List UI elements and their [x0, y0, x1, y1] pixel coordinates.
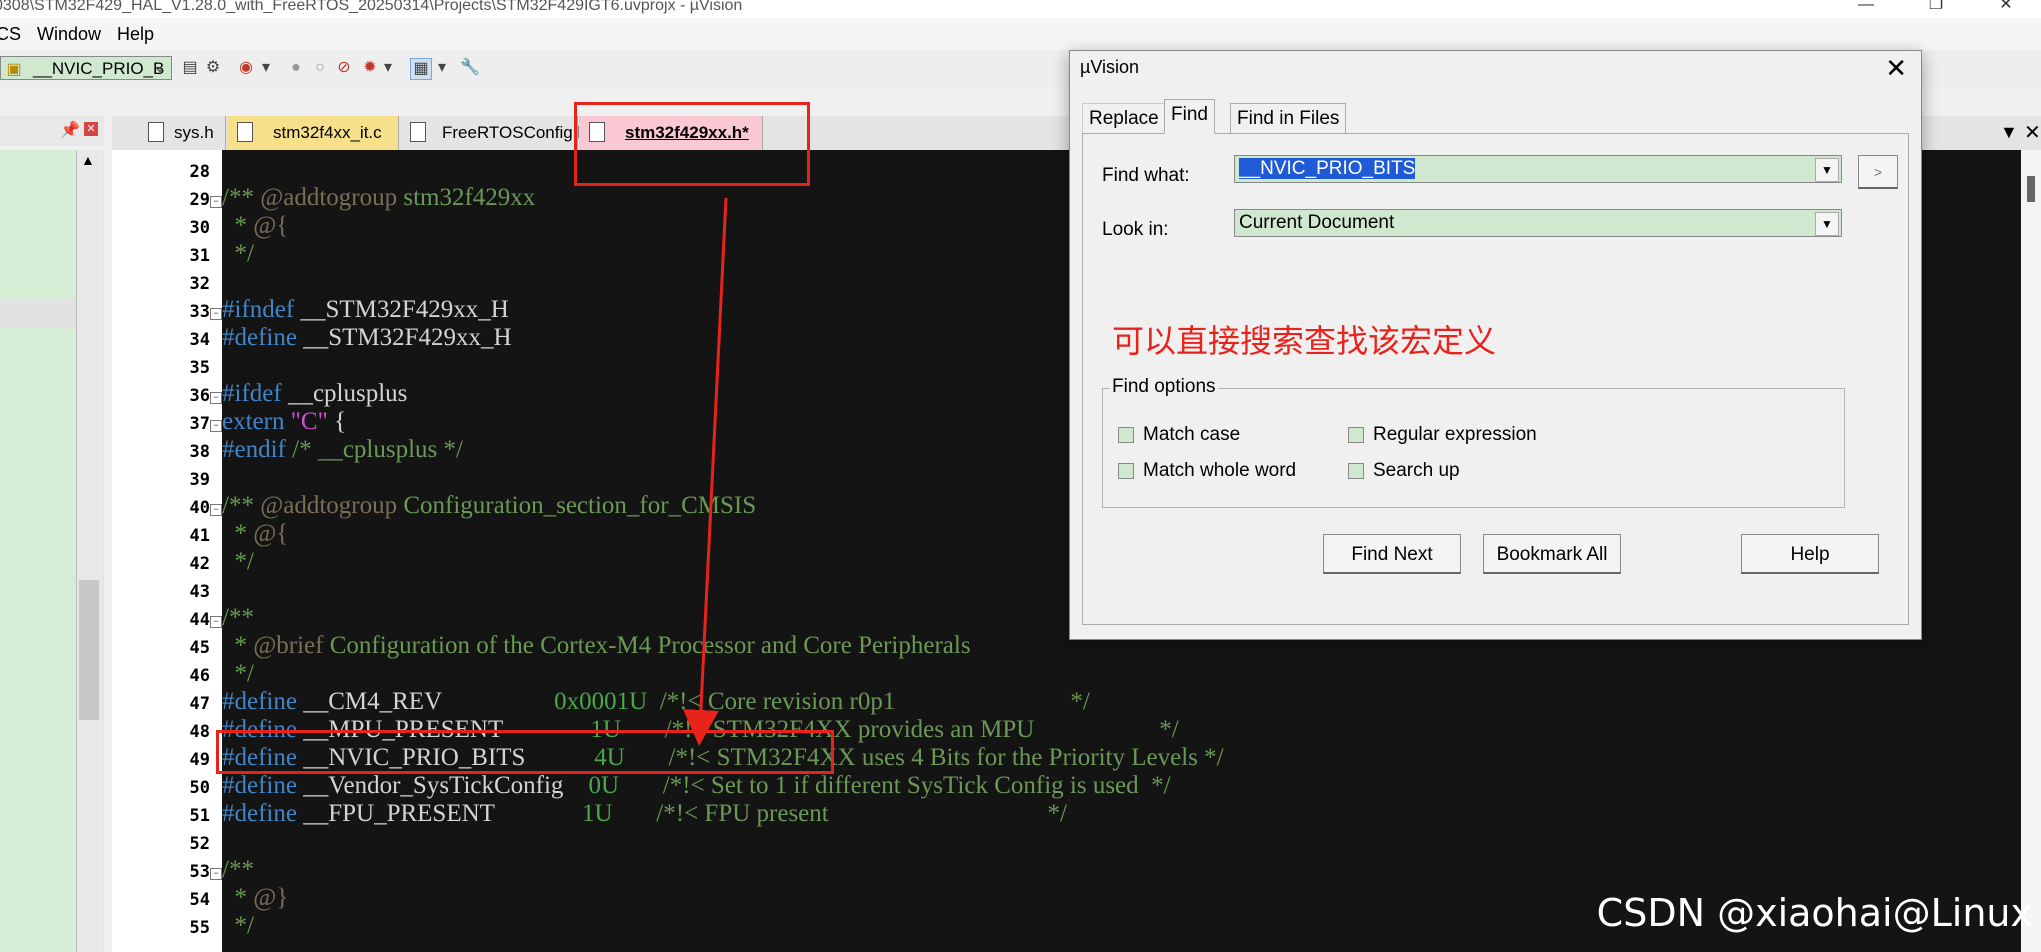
find-what-label: Find what:	[1102, 165, 1190, 186]
find-options-legend: Find options	[1110, 376, 1218, 398]
find-next-button[interactable]: Find Next	[1323, 534, 1461, 574]
match-case-label: Match case	[1143, 424, 1241, 445]
tab-find-in-files[interactable]: Find in Files	[1230, 103, 1347, 133]
tab-replace[interactable]: Replace	[1082, 103, 1166, 133]
find-what-value: __NVIC_PRIO_BITS	[1239, 158, 1416, 179]
search-up-label: Search up	[1373, 460, 1460, 481]
close-dialog-icon[interactable]: ✕	[1885, 53, 1907, 84]
regular-expression-checkbox[interactable]	[1348, 427, 1364, 443]
find-options-group	[1102, 388, 1845, 508]
dialog-title: µVision	[1080, 57, 1140, 77]
regex-helper-button[interactable]: >	[1858, 155, 1898, 189]
regular-expression-label: Regular expression	[1373, 424, 1537, 445]
match-whole-word-checkbox[interactable]	[1118, 463, 1134, 479]
find-what-input[interactable]: __NVIC_PRIO_BITS ▼	[1234, 155, 1842, 183]
bookmark-all-button[interactable]: Bookmark All	[1483, 534, 1621, 574]
annotation-text: 可以直接搜索查找该宏定义	[1112, 323, 1497, 359]
tab-find[interactable]: Find	[1164, 99, 1215, 134]
chevron-down-icon[interactable]: ▼	[1815, 212, 1839, 236]
look-in-select[interactable]: Current Document ▼	[1234, 209, 1842, 237]
look-in-label: Look in:	[1102, 219, 1169, 240]
chevron-down-icon[interactable]: ▼	[1815, 158, 1839, 182]
match-whole-word-label: Match whole word	[1143, 460, 1297, 481]
watermark: CSDN @xiaohai@Linux	[1596, 891, 2033, 935]
search-up-checkbox[interactable]	[1348, 463, 1364, 479]
match-case-checkbox[interactable]	[1118, 427, 1134, 443]
help-button[interactable]: Help	[1741, 534, 1879, 574]
